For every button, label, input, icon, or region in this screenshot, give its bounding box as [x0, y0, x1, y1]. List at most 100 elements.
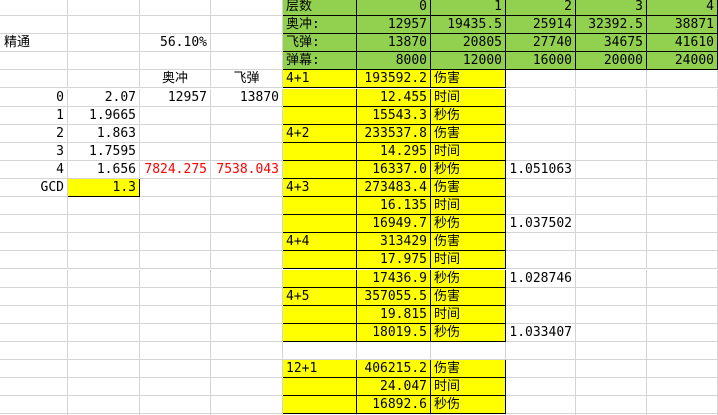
empty-cell[interactable]	[647, 89, 718, 107]
empty-cell[interactable]	[647, 125, 718, 143]
group-dps-value[interactable]: 18019.5	[357, 324, 431, 342]
empty-cell[interactable]	[647, 360, 718, 378]
group-blank[interactable]	[283, 270, 357, 288]
empty-cell[interactable]	[140, 306, 211, 324]
empty-cell[interactable]	[0, 324, 68, 342]
group-dmg-value[interactable]: 273483.4	[357, 179, 431, 197]
missile-value[interactable]: 13870	[211, 89, 283, 107]
group-dmg-unit[interactable]: 伤害	[431, 179, 506, 197]
group-blank[interactable]	[283, 161, 357, 179]
empty-cell[interactable]	[140, 143, 211, 161]
stack-multiplier[interactable]: 1.9665	[68, 107, 140, 125]
group-time-unit[interactable]: 时间	[431, 251, 506, 269]
gcd-label[interactable]: GCD	[0, 179, 68, 197]
empty-cell[interactable]	[0, 270, 68, 288]
empty-cell[interactable]	[68, 197, 140, 215]
empty-cell[interactable]	[140, 125, 211, 143]
group-blank[interactable]	[283, 143, 357, 161]
empty-cell[interactable]	[576, 378, 647, 396]
group-dps-unit[interactable]: 秒伤	[431, 270, 506, 288]
empty-cell[interactable]	[0, 215, 68, 233]
table-value[interactable]: 1	[431, 0, 506, 16]
empty-cell[interactable]	[140, 396, 211, 414]
stack-multiplier[interactable]: 1.7595	[68, 143, 140, 161]
empty-cell[interactable]	[68, 378, 140, 396]
group-blank[interactable]	[283, 306, 357, 324]
empty-cell[interactable]	[0, 288, 68, 306]
missile-value[interactable]: 7538.043	[211, 161, 283, 179]
group-dps-unit[interactable]: 秒伤	[431, 107, 506, 125]
empty-cell[interactable]	[576, 324, 647, 342]
group-dmg-value[interactable]: 357055.5	[357, 288, 431, 306]
table-value[interactable]: 32392.5	[576, 16, 647, 34]
empty-cell[interactable]	[211, 288, 283, 306]
empty-cell[interactable]	[68, 342, 140, 360]
table-value[interactable]: 13870	[357, 34, 431, 52]
empty-cell[interactable]	[0, 233, 68, 251]
table-value[interactable]: 41610	[647, 34, 718, 52]
empty-cell[interactable]	[0, 251, 68, 269]
group-label[interactable]: 4+3	[283, 179, 357, 197]
empty-cell[interactable]	[506, 197, 576, 215]
group-dps-value[interactable]: 16949.7	[357, 215, 431, 233]
stack-multiplier[interactable]: 2.07	[68, 89, 140, 107]
empty-cell[interactable]	[68, 233, 140, 251]
empty-cell[interactable]	[506, 179, 576, 197]
table-value[interactable]: 2	[506, 0, 576, 16]
group-dmg-value[interactable]: 406215.2	[357, 360, 431, 378]
stack-multiplier[interactable]: 1.863	[68, 125, 140, 143]
empty-cell[interactable]	[576, 306, 647, 324]
empty-cell[interactable]	[68, 251, 140, 269]
group-blank[interactable]	[283, 251, 357, 269]
spreadsheet-grid[interactable]: 精通 56.10% 奥冲 飞弹 0 2.07 12957 13870 1 1.9665 2 1.863…	[0, 0, 718, 415]
empty-cell[interactable]	[506, 107, 576, 125]
empty-cell[interactable]	[506, 125, 576, 143]
empty-cell[interactable]	[647, 70, 718, 88]
empty-cell[interactable]	[140, 0, 211, 16]
empty-cell[interactable]	[647, 179, 718, 197]
empty-cell[interactable]	[506, 288, 576, 306]
empty-cell[interactable]	[0, 342, 68, 360]
group-dmg-value[interactable]: 193592.2	[357, 70, 431, 88]
table-value[interactable]: 25914	[506, 16, 576, 34]
group-dmg-value[interactable]: 233537.8	[357, 125, 431, 143]
empty-cell[interactable]	[211, 360, 283, 378]
group-dmg-unit[interactable]: 伤害	[431, 70, 506, 88]
empty-cell[interactable]	[68, 324, 140, 342]
empty-cell[interactable]	[647, 161, 718, 179]
empty-cell[interactable]	[211, 107, 283, 125]
empty-cell[interactable]	[68, 0, 140, 16]
empty-cell[interactable]	[506, 251, 576, 269]
empty-cell[interactable]	[140, 107, 211, 125]
skill-header-arcane[interactable]: 奥冲	[140, 70, 211, 88]
empty-cell[interactable]	[0, 396, 68, 414]
empty-cell[interactable]	[647, 324, 718, 342]
group-label[interactable]: 4+5	[283, 288, 357, 306]
empty-cell[interactable]	[140, 16, 211, 34]
table-value[interactable]: 3	[576, 0, 647, 16]
group-label[interactable]: 4+2	[283, 125, 357, 143]
group-dps-unit[interactable]: 秒伤	[431, 396, 506, 414]
empty-cell[interactable]	[211, 251, 283, 269]
empty-cell[interactable]	[506, 342, 576, 360]
group-blank[interactable]	[283, 215, 357, 233]
group-time-unit[interactable]: 时间	[431, 306, 506, 324]
empty-cell[interactable]	[211, 52, 283, 70]
dps-ratio[interactable]: 1.028746	[506, 270, 576, 288]
empty-cell[interactable]	[647, 197, 718, 215]
table-value[interactable]: 20805	[431, 34, 506, 52]
empty-cell[interactable]	[0, 360, 68, 378]
empty-cell[interactable]	[576, 125, 647, 143]
empty-cell[interactable]	[211, 179, 283, 197]
empty-cell[interactable]	[140, 378, 211, 396]
empty-cell[interactable]	[68, 34, 140, 52]
table-value[interactable]: 12957	[357, 16, 431, 34]
gcd-value[interactable]: 1.3	[68, 179, 140, 197]
empty-cell[interactable]	[647, 270, 718, 288]
empty-cell[interactable]	[576, 215, 647, 233]
empty-cell[interactable]	[211, 342, 283, 360]
arcane-value[interactable]: 7824.275	[140, 161, 211, 179]
table-value[interactable]: 38871	[647, 16, 718, 34]
empty-cell[interactable]	[0, 16, 68, 34]
empty-cell[interactable]	[576, 70, 647, 88]
